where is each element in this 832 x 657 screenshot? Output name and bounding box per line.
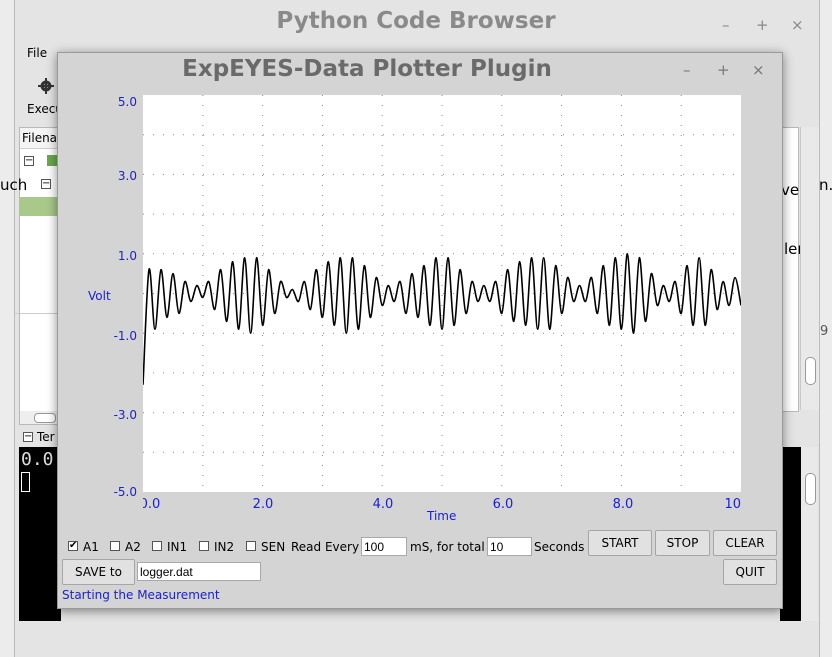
terminal-output: 0.0 bbox=[21, 449, 54, 470]
filename-input[interactable] bbox=[137, 562, 261, 581]
terminal-vertical-scrollbar[interactable] bbox=[801, 447, 818, 621]
x-tick-label: 4.0 bbox=[372, 497, 394, 512]
channel-sen-label: SEN bbox=[261, 540, 286, 554]
plot-canvas[interactable] bbox=[142, 95, 742, 492]
plugin-window-title: ExpEYES-Data Plotter Plugin bbox=[182, 56, 552, 82]
checkmark-icon: ✔ bbox=[69, 540, 78, 551]
status-message: Starting the Measurement bbox=[62, 588, 220, 602]
terminal-right-edge bbox=[780, 447, 801, 621]
channel-a2-label: A2 bbox=[125, 540, 141, 554]
plugin-maximize-button[interactable]: + bbox=[717, 61, 730, 79]
channel-in1-label: IN1 bbox=[167, 540, 188, 554]
tree-expander-child[interactable]: − bbox=[41, 179, 51, 189]
y-tick-label: -3.0 bbox=[113, 408, 137, 422]
y-tick-label: 1.0 bbox=[117, 249, 137, 263]
background-minimize-button[interactable]: – bbox=[722, 16, 730, 34]
y-tick-label: 3.0 bbox=[117, 169, 137, 183]
x-tick-label: 2.0 bbox=[252, 497, 274, 512]
background-text-fragment-2: n. bbox=[819, 176, 832, 194]
background-close-button[interactable]: × bbox=[791, 16, 804, 34]
channel-a2-checkbox[interactable] bbox=[110, 541, 120, 551]
plugin-close-button[interactable]: × bbox=[752, 61, 765, 79]
divider bbox=[15, 313, 59, 314]
plot-svg bbox=[142, 95, 742, 492]
quit-button[interactable]: QUIT bbox=[723, 559, 777, 585]
menu-file[interactable]: File bbox=[27, 46, 47, 60]
y-tick-label: 5.0 bbox=[117, 95, 137, 109]
start-button[interactable]: START bbox=[588, 530, 652, 556]
x-tick-label: 10.0 bbox=[724, 497, 741, 512]
tree-expander[interactable]: − bbox=[24, 156, 34, 166]
terminal-expander[interactable]: − bbox=[23, 432, 33, 442]
tree-horizontal-scrollbar[interactable] bbox=[20, 411, 60, 424]
seconds-label: Seconds bbox=[534, 540, 585, 554]
channel-a1-label: A1 bbox=[83, 540, 99, 554]
x-tick-label: 8.0 bbox=[612, 497, 634, 512]
x-tick-label: 0.0 bbox=[143, 497, 161, 512]
x-axis-label: Time bbox=[427, 509, 457, 523]
background-text-fragment-3: 9 bbox=[820, 324, 829, 339]
channel-in1-checkbox[interactable] bbox=[152, 541, 162, 551]
plugin-minimize-button[interactable]: – bbox=[683, 61, 691, 79]
stop-button[interactable]: STOP bbox=[655, 530, 710, 556]
channel-sen-checkbox[interactable] bbox=[246, 541, 256, 551]
gear-icon[interactable] bbox=[38, 78, 54, 94]
channel-in2-label: IN2 bbox=[214, 540, 235, 554]
background-text-fragment: uch bbox=[0, 176, 28, 194]
background-maximize-button[interactable]: + bbox=[756, 16, 769, 34]
ms-total-label: mS, for total bbox=[410, 540, 485, 554]
background-window-title: Python Code Browser bbox=[276, 8, 556, 34]
editor-vertical-scrollbar[interactable] bbox=[800, 127, 819, 410]
channel-in2-checkbox[interactable] bbox=[199, 541, 209, 551]
total-duration-input[interactable] bbox=[487, 537, 532, 556]
channel-a1-checkbox[interactable]: ✔ bbox=[68, 541, 78, 551]
file-tree-header-label: Filena bbox=[22, 131, 58, 145]
file-tree-header[interactable]: Filena bbox=[20, 128, 60, 149]
read-every-label: Read Every bbox=[291, 540, 360, 554]
save-to-button[interactable]: SAVE to bbox=[62, 559, 135, 585]
file-tree-panel bbox=[19, 127, 62, 425]
terminal-header-label: Ter bbox=[37, 430, 55, 444]
y-axis-label: Volt bbox=[88, 289, 111, 303]
tree-selected-row[interactable] bbox=[20, 197, 60, 216]
y-tick-label: -5.0 bbox=[113, 485, 137, 499]
clear-button[interactable]: CLEAR bbox=[713, 530, 777, 556]
terminal-cursor bbox=[21, 472, 30, 492]
read-interval-input[interactable] bbox=[361, 537, 407, 556]
x-tick-label: 6.0 bbox=[492, 497, 514, 512]
y-tick-label: -1.0 bbox=[113, 329, 137, 343]
